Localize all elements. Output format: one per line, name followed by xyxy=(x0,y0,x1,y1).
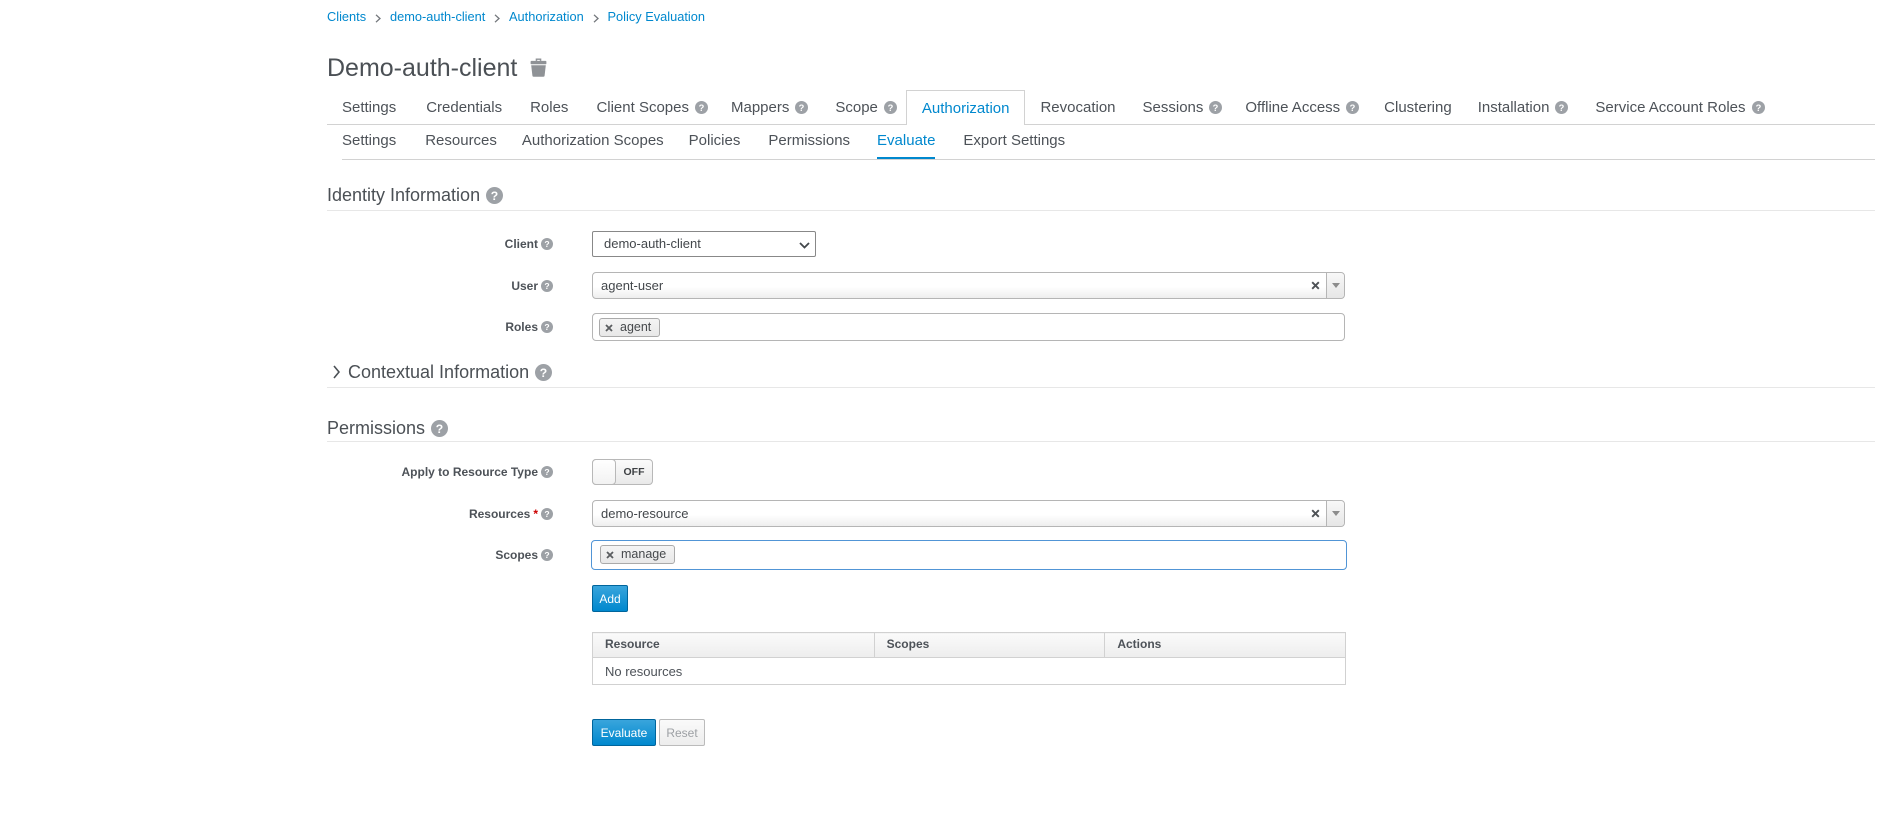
svg-text:?: ? xyxy=(888,103,894,113)
svg-text:?: ? xyxy=(544,550,549,560)
svg-text:?: ? xyxy=(544,322,549,332)
svg-text:?: ? xyxy=(436,421,443,435)
svg-text:?: ? xyxy=(1755,103,1761,113)
svg-text:?: ? xyxy=(544,239,549,249)
svg-text:?: ? xyxy=(544,509,549,519)
svg-text:?: ? xyxy=(540,365,547,379)
svg-text:?: ? xyxy=(1559,103,1565,113)
svg-text:?: ? xyxy=(1213,103,1219,113)
svg-text:?: ? xyxy=(799,103,805,113)
svg-text:?: ? xyxy=(491,188,498,202)
svg-text:?: ? xyxy=(699,103,705,113)
svg-text:?: ? xyxy=(544,281,549,291)
svg-text:?: ? xyxy=(1350,103,1356,113)
svg-text:?: ? xyxy=(544,467,549,477)
